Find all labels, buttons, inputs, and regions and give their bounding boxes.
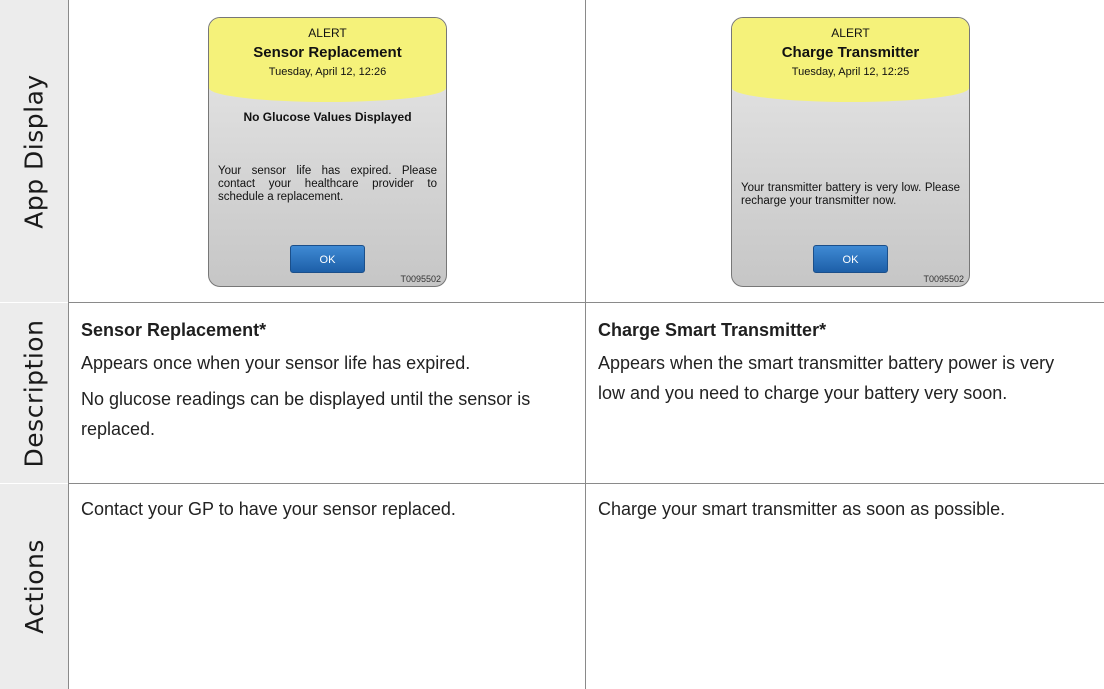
alert-date: Tuesday, April 12, 12:26 xyxy=(268,66,387,78)
action-left: Contact your GP to have your sensor repl… xyxy=(81,499,456,519)
alert-subtitle: No Glucose Values Displayed xyxy=(243,110,412,124)
action-right: Charge your smart transmitter as soon as… xyxy=(598,499,1006,519)
description-left: Sensor Replacement* Appears once when yo… xyxy=(81,318,571,450)
description-text: Appears when the smart transmitter batte… xyxy=(598,348,1093,408)
alert-message: Your transmitter battery is very low. Pl… xyxy=(741,182,960,207)
grid-line-vertical-left xyxy=(68,0,69,689)
grid-line-row-2 xyxy=(68,483,1104,484)
description-title: Sensor Replacement* xyxy=(81,320,267,340)
sensor-replacement-alert: ALERT Sensor Replacement Tuesday, April … xyxy=(208,17,447,287)
description-paragraph: Appears once when your sensor life has e… xyxy=(81,353,471,373)
alert-header: ALERT Sensor Replacement Tuesday, April … xyxy=(209,18,446,102)
alert-title: Sensor Replacement xyxy=(253,44,402,61)
ok-button[interactable]: OK xyxy=(813,245,888,273)
alert-message: Your sensor life has expired. Please con… xyxy=(218,165,437,203)
description-right: Charge Smart Transmitter* Appears when t… xyxy=(598,318,1093,414)
alert-code: T0095502 xyxy=(400,274,441,284)
description-paragraph: No glucose readings can be displayed unt… xyxy=(81,389,531,439)
row-label-actions: Actions xyxy=(19,539,49,634)
description-text: Appears once when your sensor life has e… xyxy=(81,348,571,444)
grid-line-vertical-middle xyxy=(585,0,586,689)
alert-header: ALERT Charge Transmitter Tuesday, April … xyxy=(732,18,969,102)
grid-line-row-1 xyxy=(68,302,1104,303)
alert-date: Tuesday, April 12, 12:25 xyxy=(791,66,910,78)
charge-transmitter-alert: ALERT Charge Transmitter Tuesday, April … xyxy=(731,17,970,287)
alert-code: T0095502 xyxy=(923,274,964,284)
alert-kicker: ALERT xyxy=(831,26,870,40)
description-title: Charge Smart Transmitter* xyxy=(598,320,827,340)
row-label-app-display: App Display xyxy=(19,73,49,229)
alert-title: Charge Transmitter xyxy=(781,44,920,61)
row-label-description-cell: Description xyxy=(0,303,68,483)
alert-kicker: ALERT xyxy=(308,26,347,40)
ok-button[interactable]: OK xyxy=(290,245,365,273)
description-paragraph: Appears when the smart transmitter batte… xyxy=(598,353,1055,403)
row-label-description: Description xyxy=(19,319,49,467)
row-label-actions-cell: Actions xyxy=(0,484,68,689)
row-label-app-display-cell: App Display xyxy=(0,0,68,302)
